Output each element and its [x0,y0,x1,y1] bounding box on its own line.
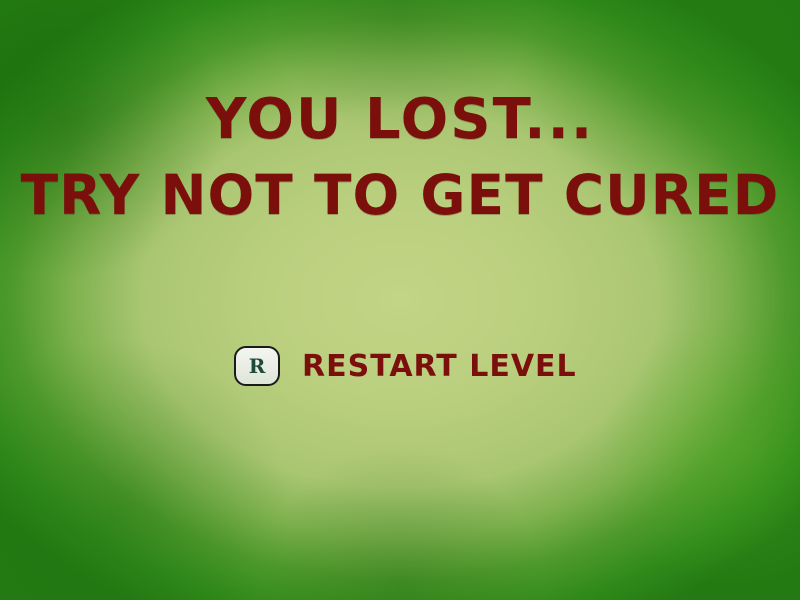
restart-level-button[interactable]: R Restart level [234,344,577,388]
r-key-icon: R [234,346,280,386]
key-badge-letter: R [248,354,266,378]
restart-level-label: Restart level [302,348,577,384]
game-over-screen: You lost... Try not to get cured R Resta… [0,0,800,600]
game-over-subtitle: Try not to get cured [20,163,780,227]
game-over-title: You lost... [205,87,595,152]
